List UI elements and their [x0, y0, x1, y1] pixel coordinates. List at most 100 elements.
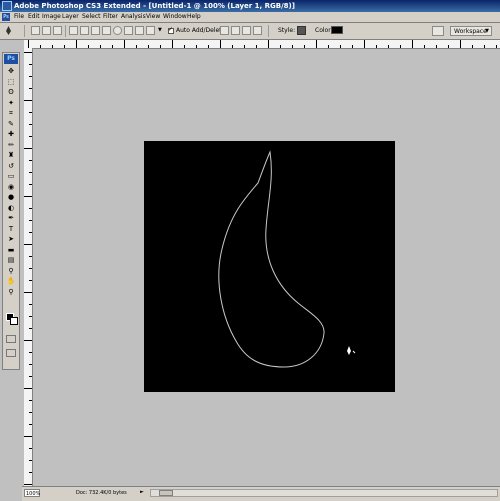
menu-analysis[interactable]: Analysis [121, 13, 146, 21]
ruler-tick [24, 196, 32, 197]
line-tool-button[interactable] [135, 26, 144, 35]
ellipse-tool-button[interactable] [113, 26, 122, 35]
color-swatch[interactable] [331, 26, 343, 34]
eraser-icon[interactable]: ▭ [6, 172, 16, 180]
ruler-tick [29, 304, 32, 305]
move-icon[interactable]: ✥ [6, 67, 16, 75]
zoom-field[interactable]: 100% [24, 489, 40, 497]
ruler-tick [29, 268, 32, 269]
ruler-tick [24, 388, 32, 389]
ruler-tick [24, 244, 32, 245]
ruler-tick [436, 45, 437, 48]
ruler-tick [29, 88, 32, 89]
ruler-tick [29, 472, 32, 473]
path-area-button[interactable] [220, 26, 229, 35]
fill-pixels-button[interactable] [53, 26, 62, 35]
path-intersect-button[interactable] [242, 26, 251, 35]
clone-stamp-icon[interactable]: ♜ [6, 151, 16, 159]
horizontal-ruler[interactable] [24, 40, 500, 49]
rectangle-tool-button[interactable] [91, 26, 100, 35]
menu-window[interactable]: Window [163, 13, 187, 21]
magic-wand-icon[interactable]: ✦ [6, 99, 16, 107]
toolbox: Ps ✥ ⬚ ʘ ✦ ⌗ ✎ ✚ ✏ ♜ ↺ ▭ ◉ ● ◐ ✒ T ➤ ▬ ▤ ⚲ ✋ ⚲ [2, 52, 20, 370]
menu-file[interactable]: File [14, 13, 24, 21]
zoom-icon[interactable]: ⚲ [6, 288, 16, 296]
shape-icon[interactable]: ▬ [6, 246, 16, 254]
document-canvas[interactable] [144, 141, 395, 392]
slice-icon[interactable]: ✎ [6, 120, 16, 128]
ruler-tick [29, 220, 32, 221]
workspace-label: Workspace [454, 28, 487, 35]
ruler-tick [29, 280, 32, 281]
path-subtract-button[interactable] [231, 26, 240, 35]
ruler-tick [388, 45, 389, 48]
auto-add-delete-checkbox[interactable] [168, 26, 174, 34]
paths-button[interactable] [42, 26, 51, 35]
horizontal-scrollbar[interactable] [150, 489, 498, 497]
dodge-icon[interactable]: ◐ [6, 204, 16, 212]
rounded-rectangle-button[interactable] [102, 26, 111, 35]
scrollbar-thumb[interactable] [159, 490, 173, 496]
ruler-tick [244, 45, 245, 48]
healing-brush-icon[interactable]: ✚ [6, 130, 16, 138]
ruler-tick [76, 40, 77, 48]
menu-layer[interactable]: Layer [62, 13, 79, 21]
ruler-tick [29, 316, 32, 317]
ruler-tick [24, 52, 32, 53]
paint-bucket-icon[interactable]: ◉ [6, 183, 16, 191]
screen-mode-icon[interactable] [6, 349, 16, 357]
pen-tool-preset-icon[interactable] [4, 26, 13, 35]
background-color-swatch[interactable] [10, 317, 18, 325]
ruler-tick [184, 45, 185, 48]
file-browser-icon[interactable] [432, 26, 444, 36]
blur-icon[interactable]: ● [6, 193, 16, 201]
quick-mask-icon[interactable] [6, 335, 16, 343]
ruler-tick [29, 460, 32, 461]
notes-icon[interactable]: ▤ [6, 256, 16, 264]
menu-help[interactable]: Help [187, 13, 201, 21]
ps-logo[interactable]: Ps [4, 54, 18, 64]
eyedropper-icon[interactable]: ⚲ [6, 267, 16, 275]
ps-menu-logo[interactable]: Ps [2, 13, 10, 21]
ruler-tick [412, 40, 413, 48]
menu-image[interactable]: Image [42, 13, 61, 21]
vertical-ruler[interactable] [24, 48, 33, 486]
custom-shape-button[interactable] [146, 26, 155, 35]
marquee-icon[interactable]: ⬚ [6, 78, 16, 86]
ruler-tick [280, 45, 281, 48]
menu-filter[interactable]: Filter [103, 13, 118, 21]
app-icon[interactable] [2, 1, 12, 11]
chevron-down-icon[interactable]: ▼ [158, 27, 162, 33]
polygon-tool-button[interactable] [124, 26, 133, 35]
menu-view[interactable]: View [146, 13, 160, 21]
path-exclude-button[interactable] [253, 26, 262, 35]
ruler-tick [29, 400, 32, 401]
menu-select[interactable]: Select [82, 13, 101, 21]
pen-tool-button[interactable] [69, 26, 78, 35]
ruler-tick [496, 45, 497, 48]
ruler-tick [112, 45, 113, 48]
menu-edit[interactable]: Edit [28, 13, 40, 21]
crop-icon[interactable]: ⌗ [6, 109, 16, 117]
shape-layers-button[interactable] [31, 26, 40, 35]
ruler-tick [29, 376, 32, 377]
ruler-tick [400, 45, 401, 48]
freeform-pen-button[interactable] [80, 26, 89, 35]
history-brush-icon[interactable]: ↺ [6, 162, 16, 170]
pen-icon[interactable]: ✒ [6, 214, 16, 222]
chevron-down-icon: ▼ [485, 28, 489, 34]
workspace-button[interactable]: Workspace ▼ [450, 26, 492, 36]
brush-icon[interactable]: ✏ [6, 141, 16, 149]
lasso-icon[interactable]: ʘ [6, 88, 16, 96]
ruler-tick [460, 40, 461, 48]
ruler-tick [160, 45, 161, 48]
ruler-tick [316, 40, 317, 48]
style-picker[interactable] [297, 26, 306, 35]
ruler-tick [148, 45, 149, 48]
ruler-tick [29, 352, 32, 353]
hand-icon[interactable]: ✋ [6, 277, 16, 285]
path-selection-icon[interactable]: ➤ [6, 235, 16, 243]
chevron-right-icon[interactable]: ► [140, 489, 144, 495]
pen-path[interactable] [218, 150, 325, 368]
type-icon[interactable]: T [6, 225, 16, 233]
